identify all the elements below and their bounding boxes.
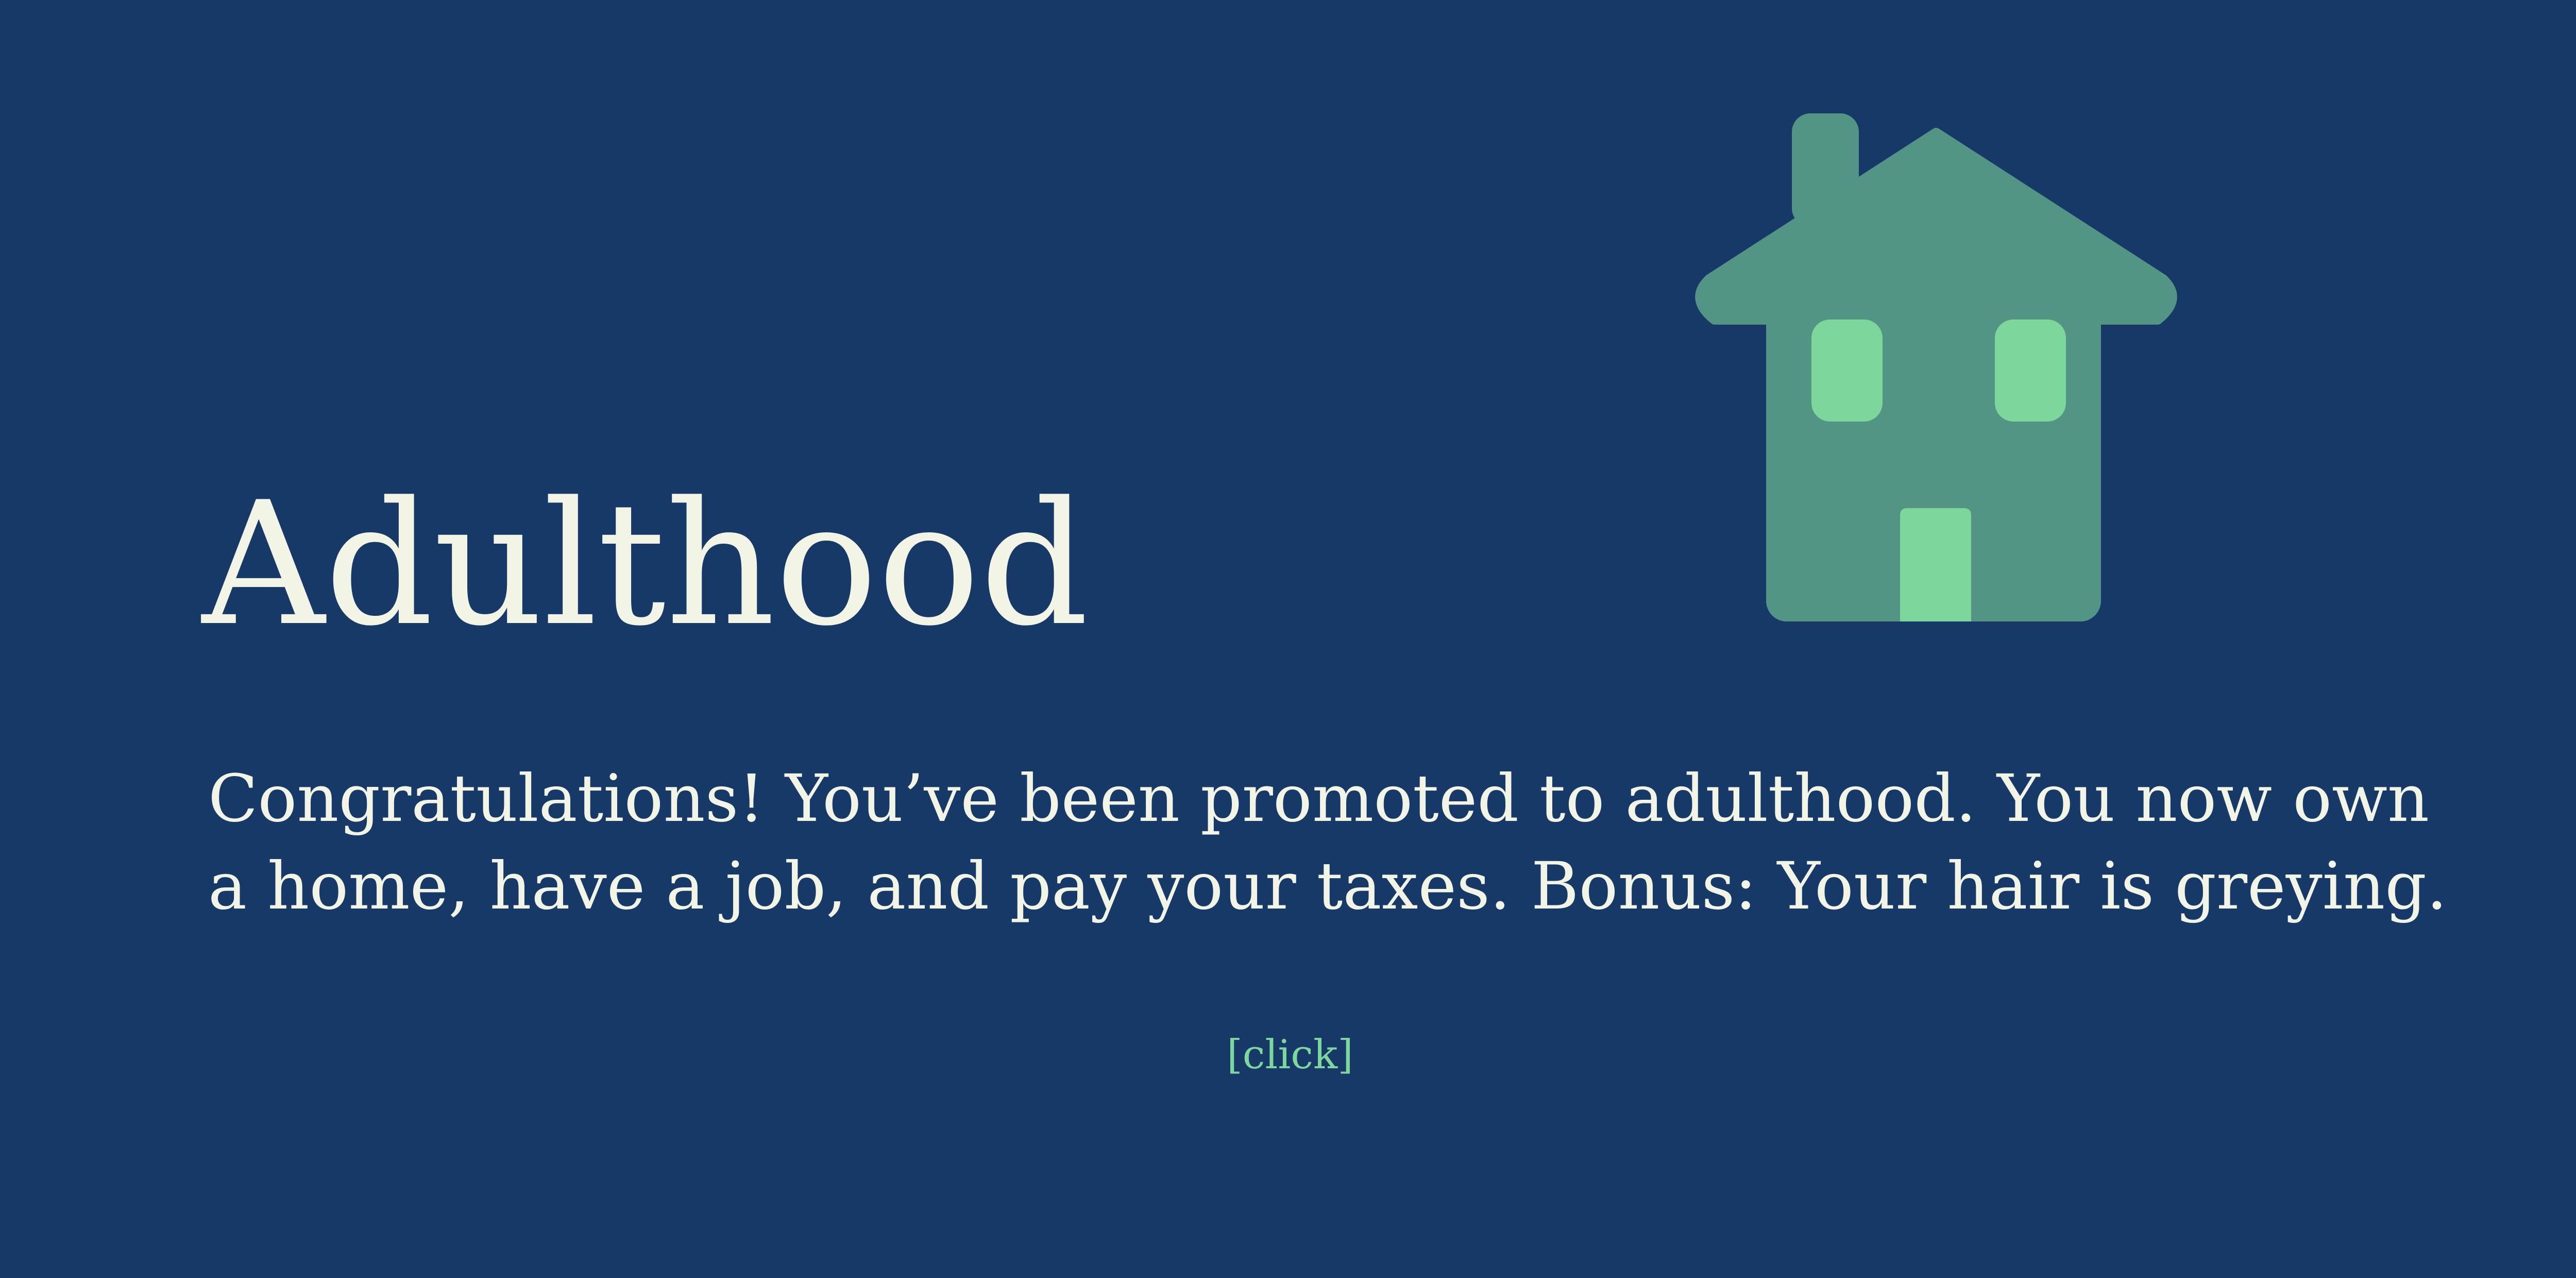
- slide-body: Congratulations! You’ve been promoted to…: [208, 755, 2447, 930]
- left-window: [1811, 320, 1883, 422]
- door: [1900, 508, 1971, 621]
- house-icon: [1695, 113, 2177, 621]
- click-link[interactable]: [click]: [0, 1035, 2576, 1075]
- right-window: [1995, 320, 2066, 422]
- slide-title: Adulthood: [202, 465, 1089, 663]
- body-line: Congratulations! You’ve been promoted to…: [208, 761, 2430, 836]
- body-line: a home, have a job, and pay your taxes. …: [208, 848, 2447, 924]
- slide: Adulthood Congratulations! You’ve been p…: [0, 0, 2576, 1278]
